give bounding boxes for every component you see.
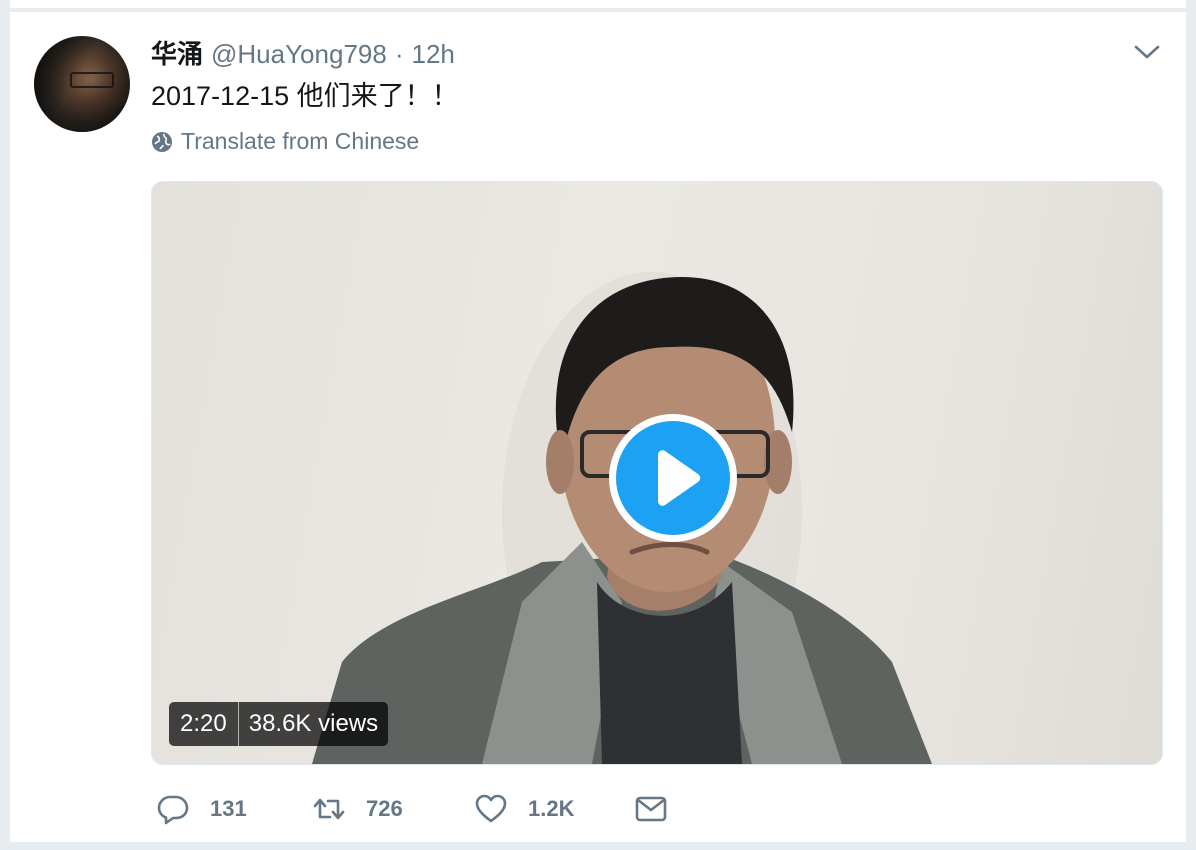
like-count: 1.2K (528, 796, 575, 821)
retweet-count: 726 (366, 796, 403, 821)
chevron-down-icon[interactable] (1132, 42, 1162, 62)
heart-icon (475, 794, 507, 823)
direct-message-button[interactable] (634, 792, 668, 826)
header-separator: · (394, 39, 404, 69)
action-bar: 131 726 1.2K (156, 787, 668, 831)
translate-label: Translate from Chinese (181, 128, 420, 154)
retweet-button[interactable]: 726 (312, 792, 474, 826)
play-icon[interactable] (606, 411, 740, 545)
tweet-text: 2017-12-15 他们来了！！ (151, 81, 459, 111)
video-duration: 2:20 (180, 710, 227, 737)
avatar[interactable] (34, 36, 130, 132)
retweet-icon (313, 798, 345, 820)
tweet-card[interactable]: 华涌 @HuaYong798 · 12h 2017-12-15 他们来了！！ T… (10, 12, 1186, 842)
reply-button[interactable]: 131 (156, 792, 312, 826)
previous-tweet-edge (10, 0, 1186, 9)
envelope-icon (635, 796, 667, 822)
reply-count: 131 (210, 796, 247, 821)
globe-icon (152, 131, 172, 152)
tweet-timestamp[interactable]: 12h (412, 39, 455, 70)
video-info-badge: 2:20 38.6K views (169, 702, 389, 746)
like-button[interactable]: 1.2K (474, 792, 634, 826)
author-name[interactable]: 华涌 (151, 34, 203, 71)
avatar-glasses (70, 72, 114, 88)
tweet-header: 华涌 @HuaYong798 · 12h (151, 34, 455, 71)
video-player[interactable]: 2:20 38.6K views (151, 181, 1163, 765)
translate-link[interactable]: Translate from Chinese (151, 128, 419, 155)
reply-icon (157, 795, 189, 825)
author-handle[interactable]: @HuaYong798 (211, 39, 387, 70)
video-views: 38.6K views (248, 710, 379, 737)
